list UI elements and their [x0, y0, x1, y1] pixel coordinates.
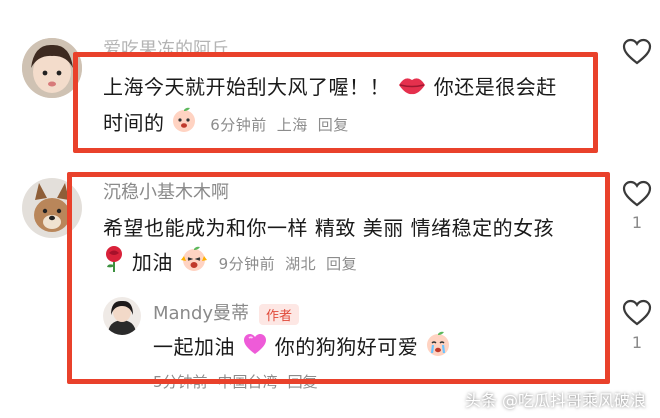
watermark: 头条 @吃瓜抖哥乘风破浪 [464, 391, 646, 410]
heart-outline-icon [622, 38, 652, 65]
like-button[interactable] [622, 38, 652, 70]
highlight-box [67, 172, 610, 384]
like-count: 1 [631, 213, 643, 232]
like-button[interactable] [622, 299, 652, 331]
like-button[interactable] [622, 180, 652, 212]
highlight-box [73, 52, 598, 153]
like-count: 1 [631, 333, 643, 352]
heart-outline-icon [622, 299, 652, 326]
heart-outline-icon [622, 180, 652, 207]
